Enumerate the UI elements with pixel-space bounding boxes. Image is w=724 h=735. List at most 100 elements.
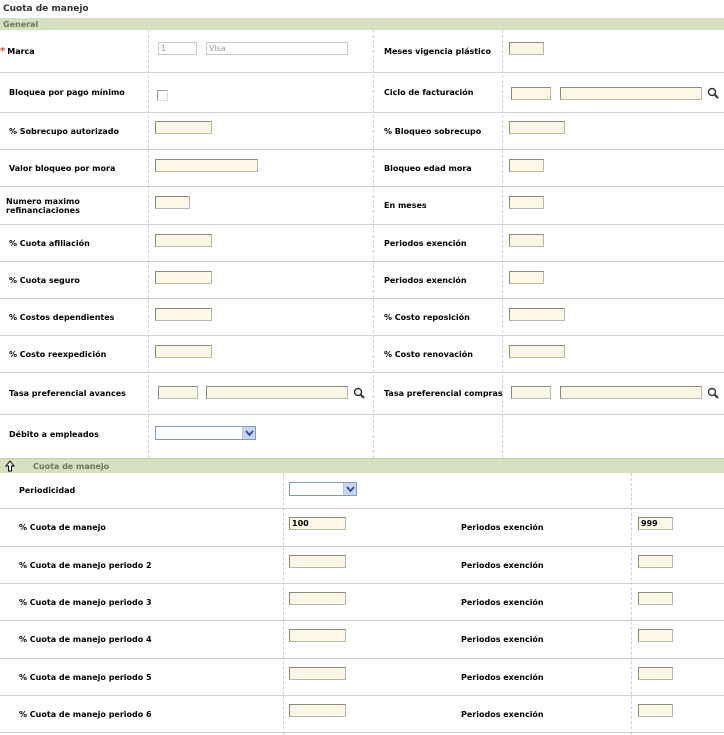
tasa-compras-code-input[interactable] [511,386,551,399]
label-marca: Marca [7,46,35,56]
ciclo-name-input[interactable] [560,87,702,100]
cuota-manejo-4-input[interactable] [289,629,346,642]
row-periodicidad: Periodicidad [0,473,724,509]
label-cuota-manejo-1: % Cuota de manejo [19,523,106,532]
tasa-avances-code-input[interactable] [158,386,198,399]
row-cuota-manejo: % Cuota de manejo 100 Periodos exención … [0,509,724,547]
tasa-avances-name-input[interactable] [206,386,348,399]
label-periodos-exencion-m4: Periodos exención [461,635,544,644]
label-ciclo-facturacion: Ciclo de facturación [384,88,474,97]
label-periodicidad: Periodicidad [19,486,76,495]
valor-bloqueo-input[interactable] [155,159,258,172]
label-refinanciaciones: Numero maximo refinanciaciones [6,196,80,215]
row-sobrecupo: % Sobrecupo autorizado % Bloqueo sobrecu… [0,113,724,150]
label-periodos-exencion-2: Periodos exención [384,275,467,285]
label-periodos-exencion-m2: Periodos exención [461,560,544,570]
label-cuota-manejo-2: % Cuota de manejo periodo 2 [19,560,152,570]
cuota-manejo-grid: Periodicidad % Cuota de manejo 100 Perio… [0,473,724,734]
costo-reexpedicion-input[interactable] [155,345,212,358]
row-costos-dependientes: % Costos dependientes % Costo reposición [0,299,724,336]
label-periodos-exencion-1: Periodos exención [384,238,467,248]
magnifier-icon[interactable] [353,387,365,399]
cuota-manejo-6-input[interactable] [289,704,346,717]
label-cuota-manejo-5: % Cuota de manejo periodo 5 [19,672,152,682]
label-periodos-exencion-m6: Periodos exención [461,709,544,719]
row-cuota-manejo-2: % Cuota de manejo periodo 2 Periodos exe… [0,547,724,584]
label-valor-bloqueo: Valor bloqueo por mora [9,163,116,173]
label-periodos-exencion-m3: Periodos exención [461,597,544,607]
periodicidad-select[interactable] [289,482,357,496]
marca-code-input[interactable]: 1 [158,42,197,55]
label-sobrecupo: % Sobrecupo autorizado [9,126,119,136]
label-costo-renovacion: % Costo renovación [384,349,473,359]
label-costos-dependientes: % Costos dependientes [9,312,115,322]
label-meses-vigencia: Meses vigencia plástico [384,46,492,56]
sobrecupo-input[interactable] [155,121,212,134]
meses-vigencia-input[interactable] [509,42,544,55]
tasa-compras-name-input[interactable] [560,386,702,399]
label-periodos-exencion-m1: Periodos exención [461,523,544,532]
costos-dependientes-input[interactable] [155,308,212,321]
page-title: Cuota de manejo [0,0,724,19]
cuota-manejo-2-input[interactable] [289,555,346,568]
label-bloquea-pago: Bloquea por pago mínimo [9,88,125,97]
row-tasa-preferencial: Tasa preferencial avances Tasa preferenc… [0,373,724,415]
cuota-manejo-1-input[interactable]: 100 [289,517,346,530]
label-bloqueo-sobrecupo: % Bloqueo sobrecupo [384,126,482,136]
label-tasa-avances: Tasa preferencial avances [9,389,126,398]
chevron-down-icon[interactable] [242,427,255,439]
refinanciaciones-input[interactable] [155,196,190,209]
label-periodos-exencion-m5: Periodos exención [461,672,544,682]
magnifier-icon[interactable] [707,387,719,399]
bloquea-pago-checkbox[interactable] [157,90,168,101]
cuota-manejo-5-input[interactable] [289,667,346,680]
chevron-down-icon[interactable] [343,483,356,495]
periodos-exencion-seguro-input[interactable] [509,271,544,284]
label-costo-reexpedicion: % Costo reexpedición [9,349,107,359]
label-debito-empleados: Débito a empleados [9,429,99,439]
row-cuota-manejo-3: % Cuota de manejo periodo 3 Periodos exe… [0,584,724,621]
label-costo-reposicion: % Costo reposición [384,312,470,322]
costo-reposicion-input[interactable] [509,308,565,321]
row-valor-bloqueo: Valor bloqueo por mora Bloqueo edad mora [0,150,724,187]
periodos-exencion-m3-input[interactable] [638,592,673,605]
costo-renovacion-input[interactable] [509,345,565,358]
subsection-cuota-manejo-header[interactable]: Cuota de manejo [0,458,724,473]
label-cuota-seguro: % Cuota seguro [9,275,80,285]
periodos-exencion-m4-input[interactable] [638,629,673,642]
label-cuota-manejo-4: % Cuota de manejo periodo 4 [19,635,152,644]
row-cuota-manejo-4: % Cuota de manejo periodo 4 Periodos exe… [0,621,724,659]
marca-name-input[interactable]: Visa [206,42,348,55]
periodos-exencion-m5-input[interactable] [638,667,673,680]
required-asterisk: * [0,45,6,57]
en-meses-input[interactable] [509,196,544,209]
label-cuota-afiliacion: % Cuota afiliación [9,238,90,248]
row-cuota-afiliacion: % Cuota afiliación Periodos exención [0,225,724,262]
row-refinanciaciones: Numero maximo refinanciaciones En meses [0,187,724,225]
periodos-exencion-afiliacion-input[interactable] [509,234,544,247]
row-costo-reexpedicion: % Costo reexpedición % Costo renovación [0,336,724,373]
general-grid: * Marca 1 Visa Meses vigencia plástico Bl… [0,30,724,458]
periodos-exencion-m6-input[interactable] [638,704,673,717]
cuota-manejo-3-input[interactable] [289,592,346,605]
row-cuota-seguro: % Cuota seguro Periodos exención [0,262,724,299]
section-general-header: General [0,19,724,30]
label-cuota-manejo-3: % Cuota de manejo periodo 3 [19,597,152,607]
row-debito-empleados: Débito a empleados [0,415,724,453]
row-marca: * Marca 1 Visa Meses vigencia plástico [0,30,724,73]
debito-empleados-select[interactable] [155,426,256,440]
row-cuota-manejo-6: % Cuota de manejo periodo 6 Periodos exe… [0,696,724,733]
periodos-exencion-m1-input[interactable]: 999 [638,517,673,530]
cuota-afiliacion-input[interactable] [155,234,212,247]
bloqueo-sobrecupo-input[interactable] [509,121,565,134]
row-bloquea-pago: Bloquea por pago mínimo Ciclo de factura… [0,73,724,113]
label-bloqueo-edad: Bloqueo edad mora [384,163,472,173]
cuota-seguro-input[interactable] [155,271,212,284]
label-en-meses: En meses [384,201,427,210]
bloqueo-edad-input[interactable] [509,159,544,172]
ciclo-code-input[interactable] [511,87,551,100]
magnifier-icon[interactable] [707,87,719,99]
arrow-up-icon[interactable] [5,460,15,472]
row-cuota-manejo-5: % Cuota de manejo periodo 5 Periodos exe… [0,659,724,696]
periodos-exencion-m2-input[interactable] [638,555,673,568]
